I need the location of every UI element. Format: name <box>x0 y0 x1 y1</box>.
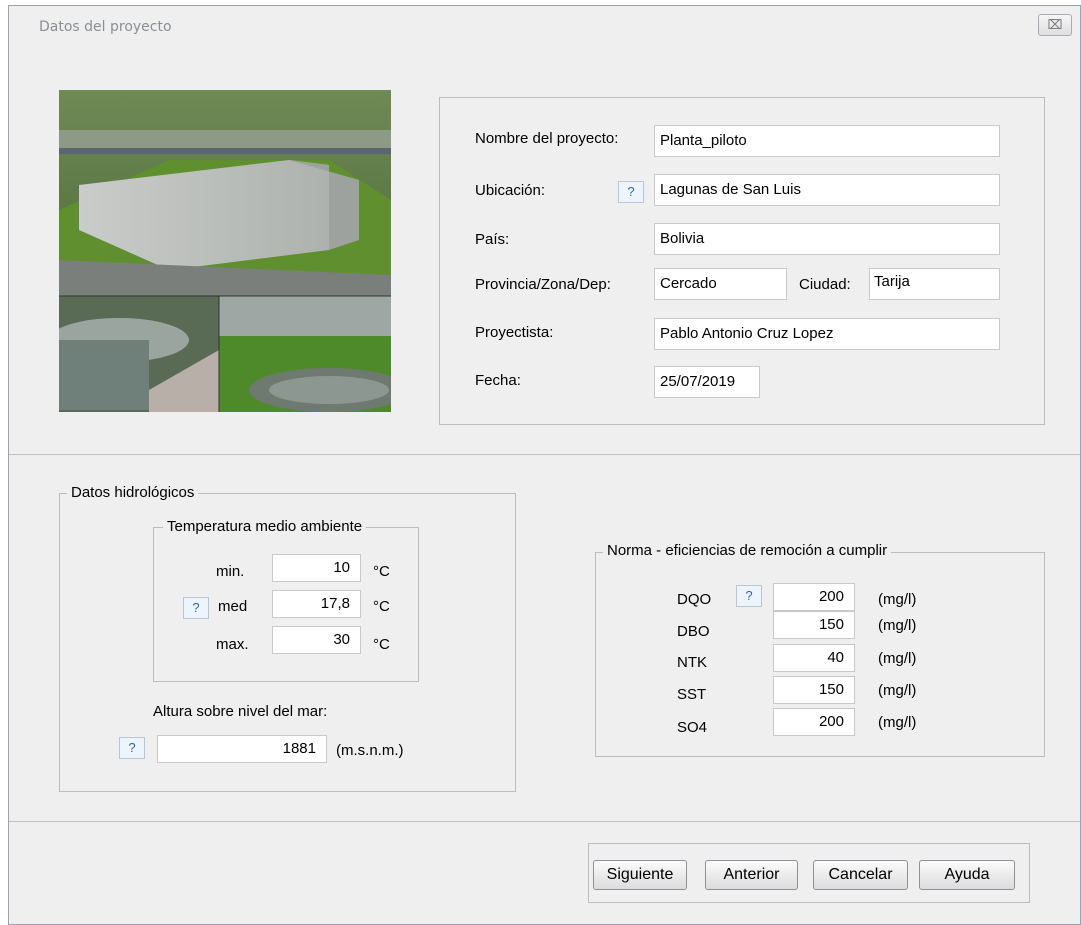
province-field[interactable]: Cercado <box>654 268 787 300</box>
altitude-unit: (m.s.n.m.) <box>336 742 404 759</box>
altitude-help-button[interactable]: ? <box>119 737 145 759</box>
temp-max-unit: °C <box>373 636 390 653</box>
so4-label: SO4 <box>677 719 708 736</box>
province-label: Provincia/Zona/Dep: <box>475 276 611 293</box>
date-label: Fecha: <box>475 372 521 389</box>
sst-field[interactable]: 150 <box>773 676 855 704</box>
hydrological-data-legend: Datos hidrológicos <box>67 484 199 501</box>
temp-min-label: min. <box>216 563 245 580</box>
sst-label: SST <box>677 686 707 703</box>
window-title: Datos del proyecto <box>39 19 172 35</box>
altitude-field[interactable]: 1881 <box>157 735 327 763</box>
so4-field[interactable]: 200 <box>773 708 855 736</box>
location-help-button[interactable]: ? <box>618 181 644 203</box>
ntk-unit: (mg/l) <box>878 650 917 667</box>
dqo-field[interactable]: 200 <box>773 583 855 611</box>
dbo-label: DBO <box>677 623 710 640</box>
country-label: País: <box>475 231 510 248</box>
dialog-window: Datos del proyecto ⌧ Nombre del proyecto… <box>8 5 1081 925</box>
temp-med-help-button[interactable]: ? <box>183 597 209 619</box>
temperature-legend: Temperatura medio ambiente <box>163 518 367 535</box>
cancel-button[interactable]: Cancelar <box>813 860 908 890</box>
dbo-unit: (mg/l) <box>878 617 917 634</box>
project-name-field[interactable]: Planta_piloto <box>654 125 1000 157</box>
next-button[interactable]: Siguiente <box>593 860 687 890</box>
ntk-label: NTK <box>677 654 707 671</box>
location-field[interactable]: Lagunas de San Luis <box>654 174 1000 206</box>
city-field[interactable]: Tarija <box>869 268 1000 300</box>
temp-med-field[interactable]: 17,8 <box>272 590 361 618</box>
previous-button[interactable]: Anterior <box>705 860 798 890</box>
dqo-unit: (mg/l) <box>878 591 917 608</box>
temp-min-unit: °C <box>373 563 390 580</box>
dqo-label: DQO <box>677 591 712 608</box>
temp-med-label: med <box>218 598 248 615</box>
section-separator <box>9 454 1080 455</box>
designer-field[interactable]: Pablo Antonio Cruz Lopez <box>654 318 1000 350</box>
project-name-label: Nombre del proyecto: <box>475 130 619 147</box>
temp-max-label: max. <box>216 636 249 653</box>
country-field[interactable]: Bolivia <box>654 223 1000 255</box>
city-label: Ciudad: <box>799 276 851 293</box>
close-button[interactable]: ⌧ <box>1038 14 1072 36</box>
footer-separator <box>9 821 1080 822</box>
dqo-help-button[interactable]: ? <box>736 585 762 607</box>
close-icon: ⌧ <box>1047 17 1063 32</box>
location-label: Ubicación: <box>475 182 546 199</box>
date-field[interactable]: 25/07/2019 <box>654 366 760 398</box>
altitude-label: Altura sobre nivel del mar: <box>153 703 328 720</box>
sst-unit: (mg/l) <box>878 682 917 699</box>
designer-label: Proyectista: <box>475 324 554 341</box>
so4-unit: (mg/l) <box>878 714 917 731</box>
ntk-field[interactable]: 40 <box>773 644 855 672</box>
temp-max-field[interactable]: 30 <box>272 626 361 654</box>
help-button[interactable]: Ayuda <box>919 860 1015 890</box>
title-bar: Datos del proyecto ⌧ <box>9 6 1080 46</box>
dbo-field[interactable]: 150 <box>773 611 855 639</box>
temp-min-field[interactable]: 10 <box>272 554 361 582</box>
temp-med-unit: °C <box>373 598 390 615</box>
norma-legend: Norma - eficiencias de remoción a cumpli… <box>603 542 892 559</box>
project-photo <box>59 90 391 412</box>
